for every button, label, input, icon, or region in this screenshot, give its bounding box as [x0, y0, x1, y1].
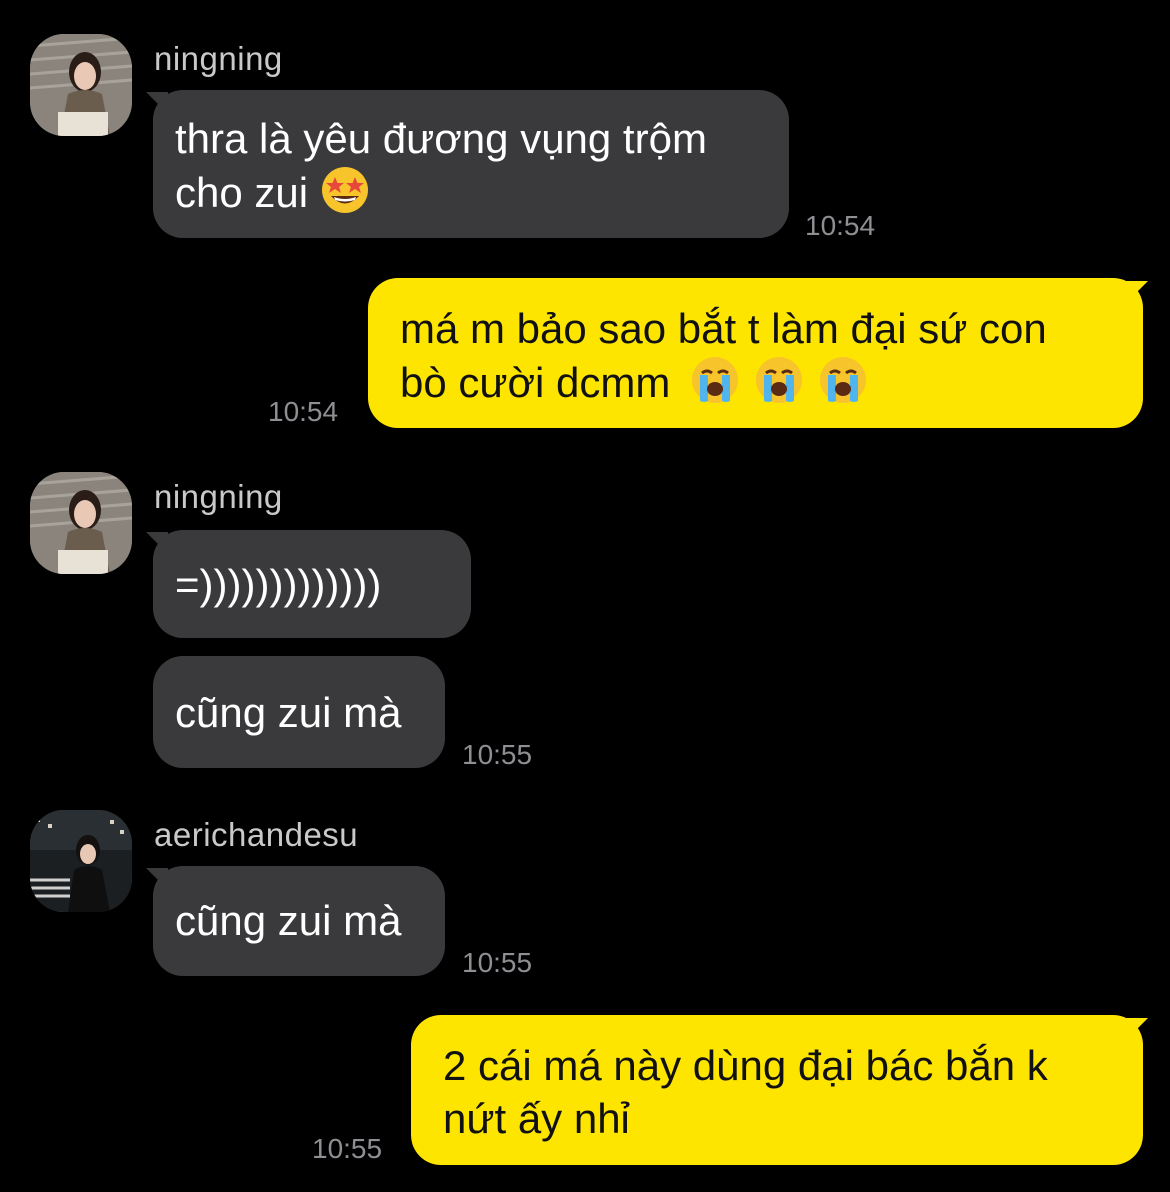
message-bubble[interactable]: cũng zui mà [153, 866, 445, 976]
message-text: 2 cái má này dùng đại bác bắn k [443, 1042, 1048, 1089]
timestamp: 10:54 [805, 210, 876, 241]
avatar[interactable] [30, 34, 132, 136]
sender-name: aerichandesu [154, 816, 359, 853]
star-struck-emoji-icon [320, 165, 370, 215]
message-bubble[interactable]: cũng zui mà [153, 656, 445, 768]
message-text: cho zui [175, 169, 309, 216]
avatar[interactable] [30, 810, 132, 912]
avatar[interactable] [30, 472, 132, 574]
loudly-crying-emoji-icon [818, 355, 868, 405]
message-bubble[interactable]: =))))))))))))) [153, 530, 471, 638]
message-text: bò cười dcmm [400, 359, 671, 406]
timestamp: 10:55 [462, 739, 533, 770]
message-text: =))))))))))))) [175, 561, 382, 608]
message-text: nứt ấy nhỉ [443, 1095, 630, 1142]
message-text: cũng zui mà [175, 897, 402, 944]
message-bubble[interactable]: thra là yêu đương vụng trộm cho zui [153, 90, 789, 238]
loudly-crying-emoji-icon [754, 355, 804, 405]
loudly-crying-emoji-icon [690, 355, 740, 405]
timestamp: 10:54 [268, 396, 339, 427]
message-text: thra là yêu đương vụng trộm [175, 115, 707, 162]
sender-name: ningning [154, 40, 283, 77]
message-text: cũng zui mà [175, 689, 402, 736]
timestamp: 10:55 [462, 947, 533, 978]
message-bubble[interactable]: 2 cái má này dùng đại bác bắn k nứt ấy n… [411, 1015, 1143, 1165]
message-text: má m bảo sao bắt t làm đại sứ con [400, 305, 1047, 352]
timestamp: 10:55 [312, 1133, 383, 1164]
sender-name: ningning [154, 478, 283, 515]
message-bubble[interactable]: má m bảo sao bắt t làm đại sứ con bò cườ… [368, 278, 1143, 428]
